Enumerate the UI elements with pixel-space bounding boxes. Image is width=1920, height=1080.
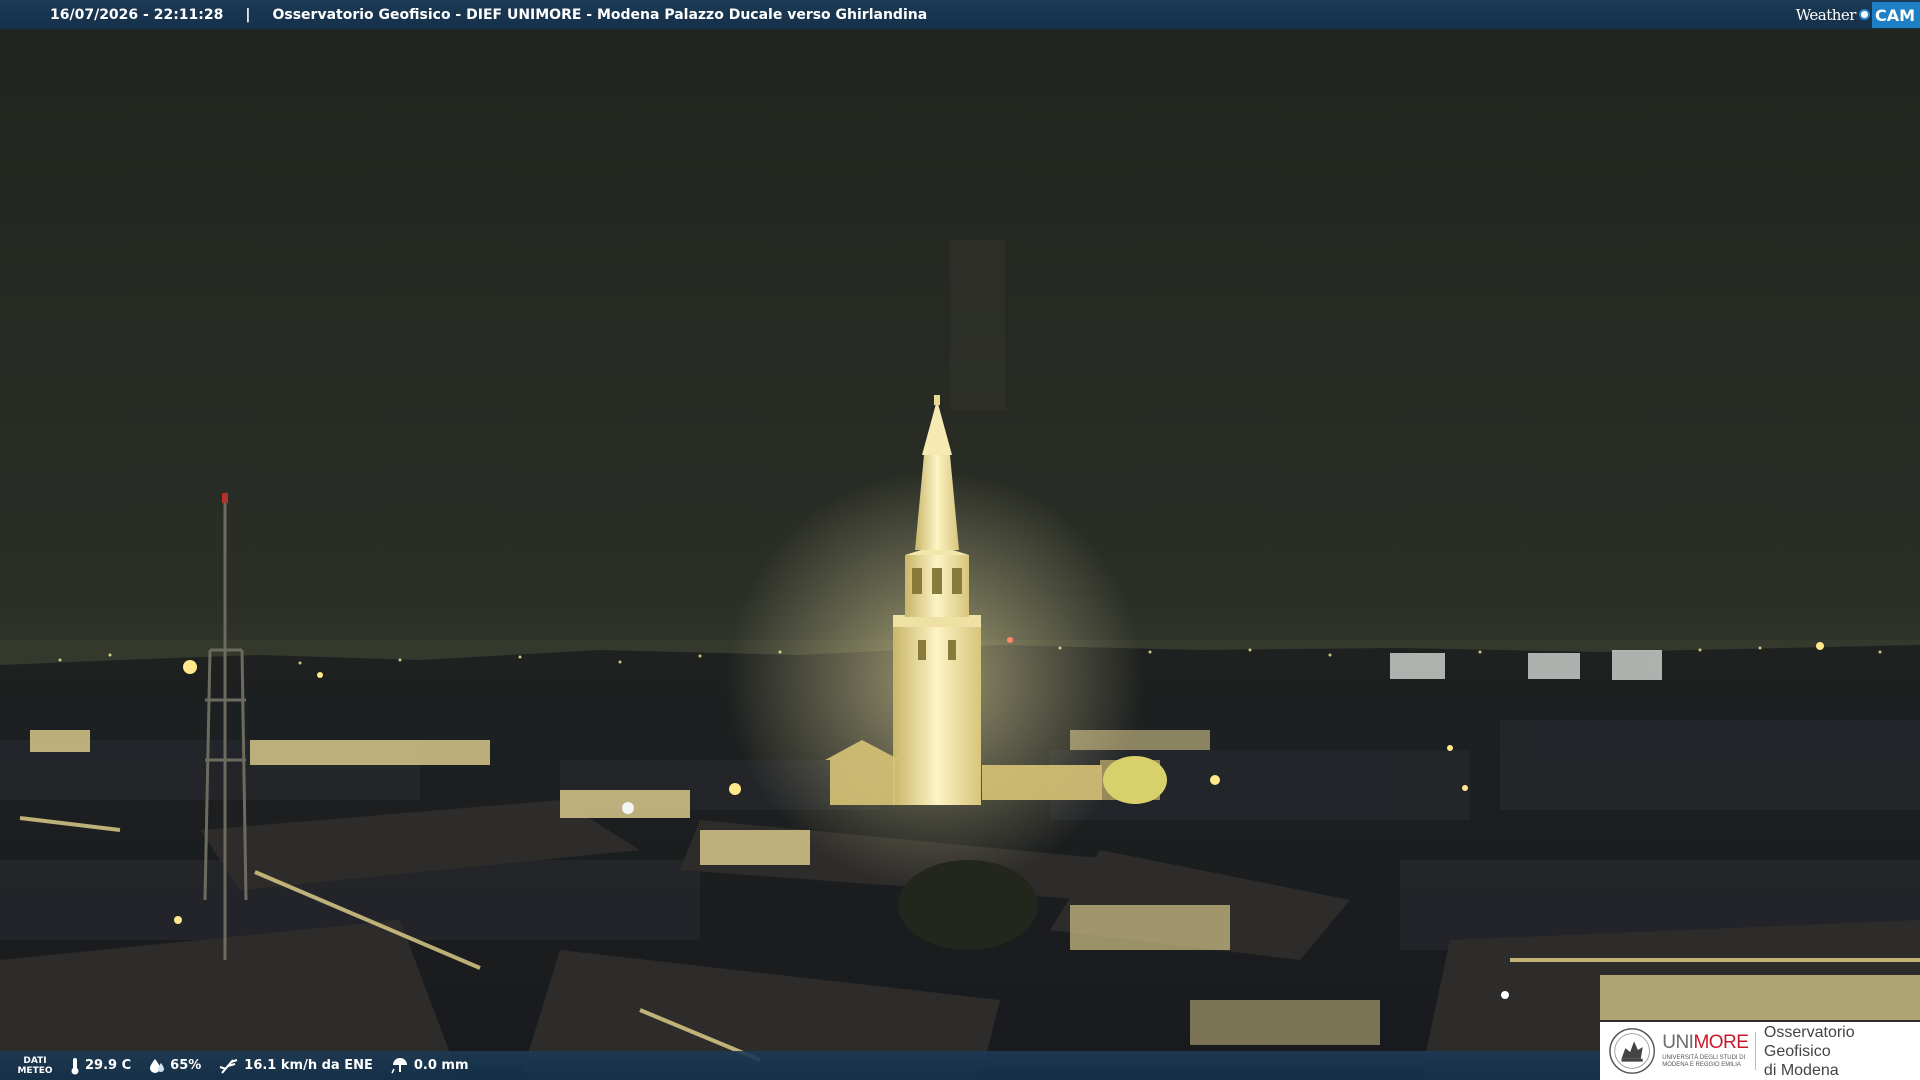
unimore-logo: UNIMORE UNIVERSITÀ DEGLI STUDI DI MODENA… [1600, 1022, 1920, 1080]
weather-data-label-line1: DATI [23, 1055, 47, 1066]
wind-reading: 16.1 km/h da ENE [219, 1057, 373, 1075]
weathercam-logo-weather: Weather [1795, 5, 1857, 24]
humidity-reading: 65% [149, 1058, 201, 1074]
weather-data-label: DATI METEO [0, 1056, 70, 1076]
weathercam-dot-icon [1858, 9, 1870, 20]
webcam-frame: 16/07/2026 - 22:11:28 | Osservatorio Geo… [0, 0, 1920, 1080]
temperature-value: 29.9 C [85, 1058, 132, 1073]
unimore-wordmark: UNIMORE UNIVERSITÀ DEGLI STUDI DI MODENA… [1662, 1033, 1751, 1069]
unimore-name-more: MORE [1693, 1032, 1749, 1053]
thermometer-icon [71, 1057, 79, 1074]
caption-bar: 16/07/2026 - 22:11:28 | Osservatorio Geo… [0, 0, 1920, 29]
weathercam-logo-cam: CAM [1871, 1, 1920, 28]
camera-title: Osservatorio Geofisico - DIEF UNIMORE - … [272, 6, 928, 23]
logo-divider [1754, 1032, 1756, 1070]
weather-data-bar: DATI METEO 29.9 C 65% 16.1 km/h da ENE 0… [0, 1051, 1605, 1080]
night-city-scene [0, 0, 1920, 1080]
observatory-name: Osservatorio Geofisico di Modena [1764, 1023, 1920, 1080]
caption-separator: | [245, 6, 251, 23]
observatory-line2: di Modena [1763, 1061, 1839, 1079]
weather-data-label-line2: METEO [17, 1065, 53, 1076]
rain-gauge-icon [391, 1057, 407, 1073]
timestamp: 16/07/2026 - 22:11:28 [50, 6, 224, 23]
unimore-subtitle: UNIVERSITÀ DEGLI STUDI DI MODENA E REGGI… [1662, 1055, 1746, 1068]
wind-value: 16.1 km/h da ENE [244, 1058, 373, 1073]
weathercam-logo: Weather CAM [1796, 0, 1920, 29]
unimore-seal-icon [1609, 1028, 1656, 1074]
observatory-line1: Osservatorio Geofisico [1763, 1023, 1855, 1060]
rain-reading: 0.0 mm [391, 1057, 469, 1075]
wind-icon [219, 1058, 238, 1074]
unimore-name: UNIMORE [1662, 1033, 1751, 1053]
droplet-icon [150, 1058, 165, 1073]
temperature-reading: 29.9 C [70, 1057, 131, 1075]
unimore-name-uni: UNI [1662, 1032, 1694, 1053]
rain-value: 0.0 mm [413, 1058, 469, 1073]
humidity-value: 65% [170, 1058, 202, 1073]
